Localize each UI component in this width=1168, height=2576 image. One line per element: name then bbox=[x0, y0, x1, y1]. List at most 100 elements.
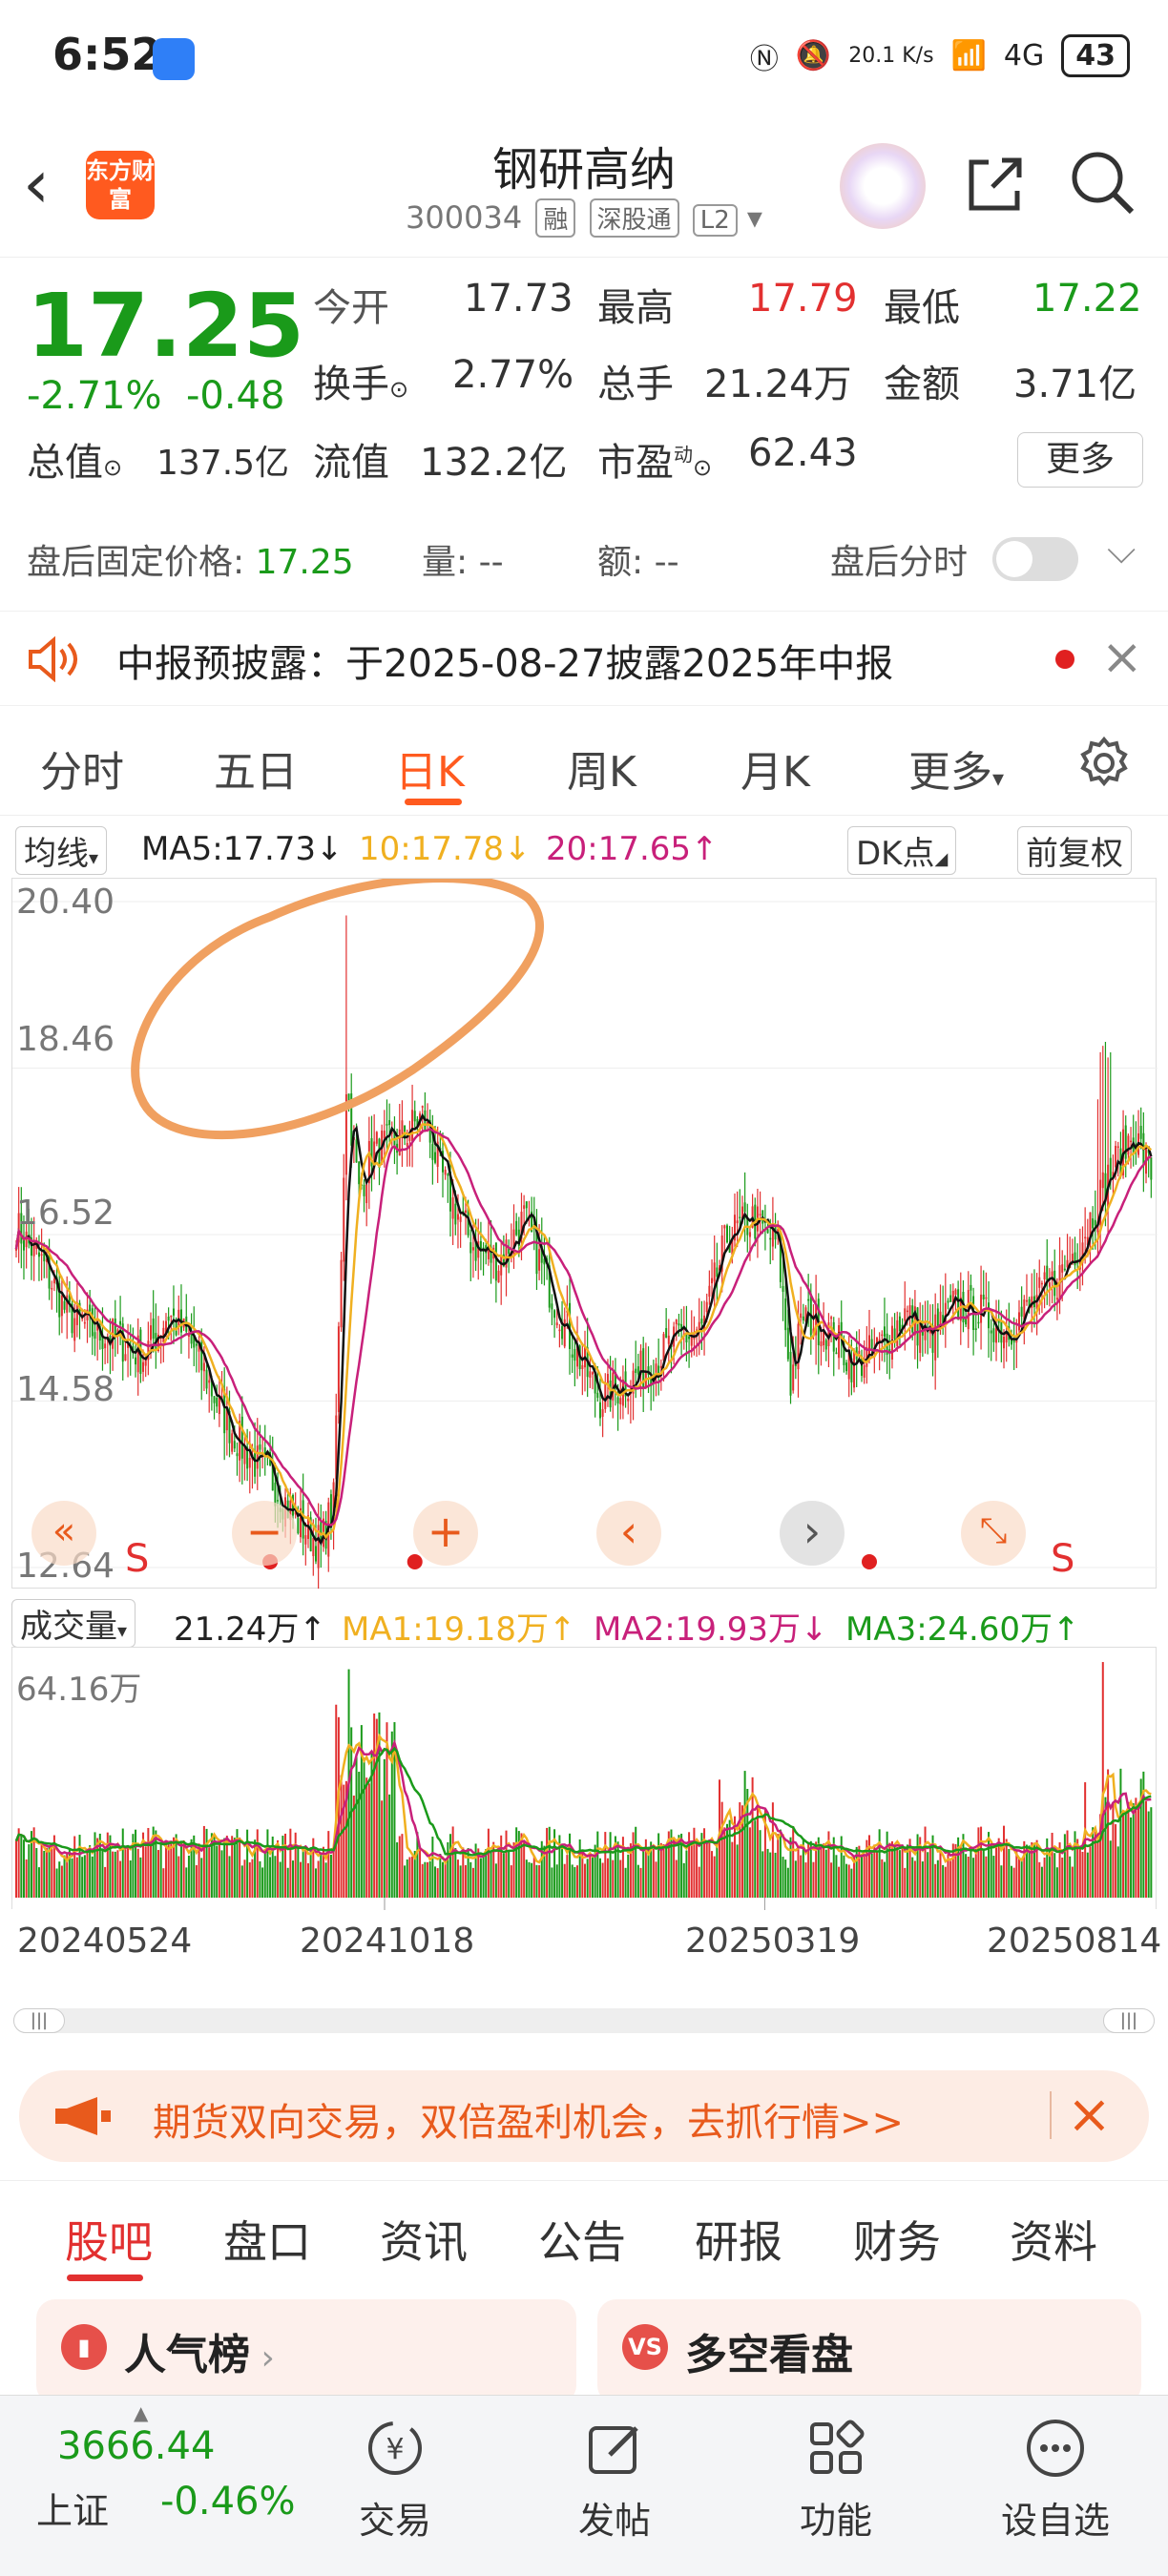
candle-body bbox=[551, 1303, 553, 1310]
candle-body bbox=[135, 1357, 137, 1365]
tab-research[interactable]: 研报 bbox=[695, 2208, 782, 2271]
volume-bar bbox=[967, 1856, 970, 1898]
volume-bar bbox=[578, 1839, 581, 1898]
scroll-left-fast-icon[interactable]: « bbox=[31, 1501, 96, 1566]
volume-bar bbox=[1011, 1865, 1012, 1898]
tab-announcements[interactable]: 公告 bbox=[538, 2208, 626, 2271]
popularity-card[interactable]: ▮ 人气榜 › bbox=[36, 2299, 576, 2404]
after-hours-toggle[interactable] bbox=[992, 537, 1078, 581]
volume-bar bbox=[1023, 1840, 1026, 1898]
volume-bar bbox=[591, 1856, 594, 1898]
zoom-in-icon[interactable]: + bbox=[413, 1501, 478, 1566]
volume-chart[interactable]: 64.16万 bbox=[11, 1647, 1157, 1910]
tab-forum[interactable]: 股吧 bbox=[65, 2208, 153, 2271]
volume-bar bbox=[256, 1829, 259, 1898]
tab-five-day[interactable]: 五日 bbox=[214, 737, 298, 799]
candle-body bbox=[1040, 1282, 1043, 1285]
volume-bar bbox=[121, 1828, 124, 1898]
candle-body bbox=[383, 1131, 386, 1139]
candle-body bbox=[1017, 1312, 1020, 1331]
clock: 6:52 bbox=[52, 29, 162, 80]
volume-bar bbox=[343, 1784, 345, 1898]
info-icon: ⊙ bbox=[389, 376, 409, 403]
scroll-handle-left[interactable]: ||| bbox=[13, 2008, 65, 2033]
signal-dot bbox=[862, 1554, 877, 1569]
chart-scrollbar[interactable]: ||| ||| bbox=[13, 2008, 1155, 2033]
chevron-down-icon[interactable]: ⌵ bbox=[1107, 529, 1136, 572]
volume-bar bbox=[60, 1865, 63, 1898]
promo-text: 期货双向交易，双倍盈利机会，去抓行情>> bbox=[153, 2101, 905, 2145]
info-tabs: 股吧 盘口 资讯 公告 研报 财务 资料 bbox=[0, 2180, 1168, 2285]
nav-post[interactable]: 发帖 bbox=[548, 2415, 681, 2544]
volume-bar bbox=[317, 1860, 320, 1898]
scroll-handle-right[interactable]: ||| bbox=[1103, 2008, 1155, 2033]
step-right-icon[interactable]: › bbox=[780, 1501, 845, 1566]
tab-news[interactable]: 资讯 bbox=[380, 2208, 468, 2271]
tab-orderbook[interactable]: 盘口 bbox=[223, 2208, 311, 2271]
zoom-out-icon[interactable]: − bbox=[232, 1501, 297, 1566]
candle-body bbox=[231, 1433, 234, 1452]
adjust-selector[interactable]: 前复权 bbox=[1017, 826, 1132, 875]
volume-bar bbox=[1074, 1831, 1076, 1898]
volume-bar bbox=[1147, 1811, 1150, 1898]
volume-bar bbox=[970, 1846, 972, 1898]
long-short-card[interactable]: VS 多空看盘 bbox=[597, 2299, 1141, 2404]
volume-bar bbox=[748, 1827, 751, 1898]
volume-bar bbox=[789, 1837, 792, 1898]
candle-body bbox=[838, 1325, 841, 1359]
nav-trade[interactable]: ¥ 交易 bbox=[328, 2415, 462, 2544]
volume-bar bbox=[881, 1859, 884, 1898]
volume-bar bbox=[101, 1850, 104, 1898]
high-value: 17.79 bbox=[748, 277, 858, 321]
tab-finance[interactable]: 财务 bbox=[853, 2208, 941, 2271]
volume-bar bbox=[112, 1851, 115, 1898]
volume-bar bbox=[89, 1845, 92, 1898]
volume-bar bbox=[797, 1847, 800, 1898]
volume-bar bbox=[474, 1843, 477, 1898]
tab-more[interactable]: 更多▾ bbox=[908, 737, 1004, 799]
more-button[interactable]: 更多 bbox=[1017, 432, 1143, 488]
volume-bar bbox=[716, 1842, 719, 1898]
share-icon[interactable] bbox=[964, 153, 1027, 216]
candle-body bbox=[434, 1152, 437, 1163]
fullscreen-icon[interactable]: ⤡ bbox=[961, 1501, 1026, 1566]
notice-bar[interactable]: 中报预披露：于2025-08-27披露2025年中报 × bbox=[0, 611, 1168, 706]
step-left-icon[interactable]: ‹ bbox=[596, 1501, 661, 1566]
promo-banner[interactable]: 期货双向交易，双倍盈利机会，去抓行情>> × bbox=[19, 2070, 1149, 2162]
search-icon[interactable] bbox=[1069, 149, 1136, 216]
volume-selector[interactable]: 成交量▾ bbox=[11, 1599, 136, 1648]
candle-body bbox=[601, 1409, 604, 1417]
tab-profile[interactable]: 资料 bbox=[1010, 2208, 1097, 2271]
volume-bar bbox=[223, 1838, 226, 1898]
volume-label: 总手 bbox=[597, 363, 674, 406]
kline-chart[interactable]: 20.40 18.46 16.52 14.58 12.64 S S « − + … bbox=[11, 874, 1158, 1589]
close-icon[interactable]: × bbox=[1101, 629, 1143, 686]
volume-bar bbox=[596, 1831, 599, 1898]
tab-weekly-k[interactable]: 周K bbox=[567, 737, 636, 799]
volume-bar bbox=[904, 1867, 907, 1898]
mktcap-label[interactable]: 总值⊙ bbox=[27, 431, 122, 487]
index-value[interactable]: 3666.44 bbox=[57, 2424, 215, 2468]
volume-bar bbox=[55, 1868, 58, 1898]
volume-bar bbox=[220, 1850, 223, 1898]
volume-bar bbox=[75, 1857, 78, 1898]
tab-monthly-k[interactable]: 月K bbox=[740, 737, 810, 799]
volume-bar bbox=[843, 1855, 845, 1898]
dk-point-selector[interactable]: DK点◢ bbox=[847, 826, 957, 875]
tab-intraday[interactable]: 分时 bbox=[40, 737, 124, 799]
nav-watchlist[interactable]: 设自选 bbox=[989, 2415, 1122, 2544]
volume-bar bbox=[292, 1860, 295, 1898]
gear-icon[interactable] bbox=[1076, 736, 1132, 791]
close-icon[interactable]: × bbox=[1067, 2084, 1112, 2146]
pe-label[interactable]: 市盈动⊙ bbox=[597, 431, 712, 487]
index-change: -0.46% bbox=[160, 2480, 296, 2524]
volume-bar bbox=[870, 1853, 873, 1898]
nav-features[interactable]: 功能 bbox=[769, 2415, 903, 2544]
assistant-robot-icon[interactable] bbox=[840, 143, 926, 229]
tab-daily-k[interactable]: 日K bbox=[395, 737, 465, 799]
indicator-selector[interactable]: 均线▾ bbox=[15, 826, 108, 875]
volume-bar bbox=[551, 1867, 553, 1898]
candle-body bbox=[1092, 1218, 1095, 1229]
volume-bar bbox=[1061, 1857, 1064, 1898]
turnover-label[interactable]: 换手⊙ bbox=[313, 353, 408, 408]
